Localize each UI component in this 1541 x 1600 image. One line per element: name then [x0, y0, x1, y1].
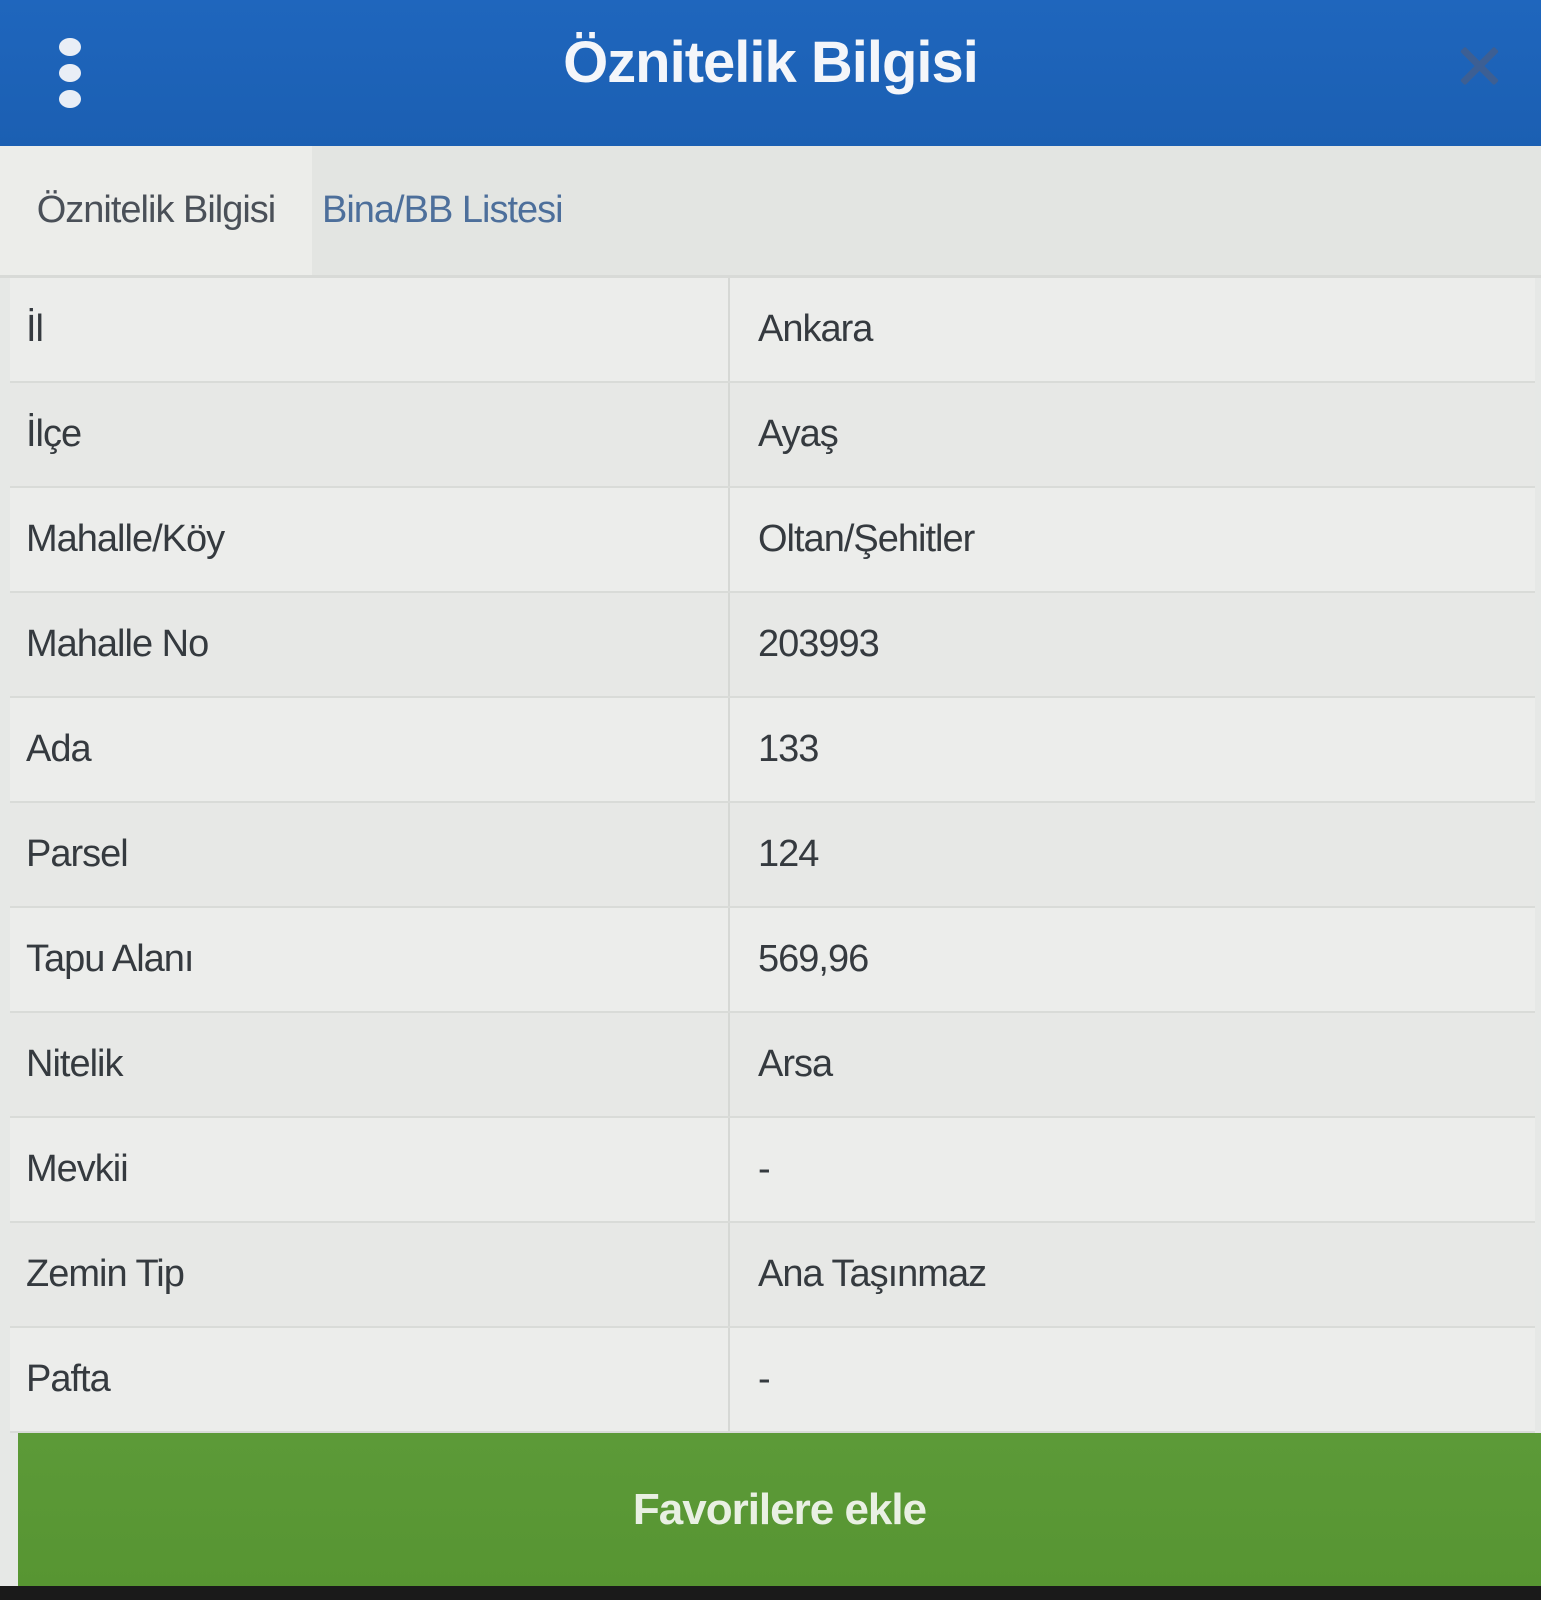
add-to-favorites-button[interactable]: Favorilere ekle: [18, 1433, 1541, 1586]
attribute-value: Arsa: [758, 1043, 833, 1085]
attribute-label: Parsel: [10, 803, 730, 906]
attribute-label: Ada: [10, 698, 730, 801]
table-row: Ada 133: [10, 698, 1535, 803]
attribute-value: Ana Taşınmaz: [758, 1253, 987, 1295]
table-row: Nitelik Arsa: [10, 1013, 1535, 1118]
attribute-label: Pafta: [10, 1328, 730, 1431]
attribute-value: 203993: [758, 623, 880, 665]
attribute-value: 569,96: [758, 938, 869, 980]
table-row: İlçe Ayaş: [10, 383, 1535, 488]
table-row: Mevkii -: [10, 1118, 1535, 1223]
attribute-value: -: [758, 1148, 771, 1190]
attribute-value: Oltan/Şehitler: [758, 518, 975, 560]
tab-oznitelik-bilgisi[interactable]: Öznitelik Bilgisi: [0, 146, 312, 275]
panel-title: Öznitelik Bilgisi: [563, 29, 979, 95]
attribute-label: Mevkii: [10, 1118, 730, 1221]
attribute-label: İlçe: [10, 383, 730, 486]
attribute-info-panel: Öznitelik Bilgisi Öznitelik Bilgisi Bina…: [0, 0, 1541, 1600]
attribute-value: Ankara: [758, 308, 873, 350]
attribute-table: İl Ankara İlçe Ayaş Mahalle/Köy Oltan/Şe…: [10, 278, 1535, 1433]
more-vertical-icon[interactable]: [50, 38, 90, 108]
tab-bar: Öznitelik Bilgisi Bina/BB Listesi: [0, 146, 1541, 278]
close-icon[interactable]: [1457, 44, 1501, 88]
attribute-value: -: [758, 1358, 771, 1400]
attribute-label: Mahalle/Köy: [10, 488, 730, 591]
table-row: Tapu Alanı 569,96: [10, 908, 1535, 1013]
attribute-value: 133: [758, 728, 819, 770]
attribute-label: Tapu Alanı: [10, 908, 730, 1011]
attribute-value: Ayaş: [758, 413, 839, 455]
table-row: İl Ankara: [10, 278, 1535, 383]
attribute-label: İl: [10, 278, 730, 381]
attribute-label: Nitelik: [10, 1013, 730, 1116]
bottom-edge: [0, 1586, 1541, 1600]
table-row: Pafta -: [10, 1328, 1535, 1433]
table-row: Mahalle No 203993: [10, 593, 1535, 698]
table-row: Parsel 124: [10, 803, 1535, 908]
attribute-label: Mahalle No: [10, 593, 730, 696]
table-row: Zemin Tip Ana Taşınmaz: [10, 1223, 1535, 1328]
attribute-label: Zemin Tip: [10, 1223, 730, 1326]
attribute-value: 124: [758, 833, 819, 875]
table-row: Mahalle/Köy Oltan/Şehitler: [10, 488, 1535, 593]
tab-bina-bb-listesi[interactable]: Bina/BB Listesi: [312, 146, 642, 275]
panel-header: Öznitelik Bilgisi: [0, 0, 1541, 146]
